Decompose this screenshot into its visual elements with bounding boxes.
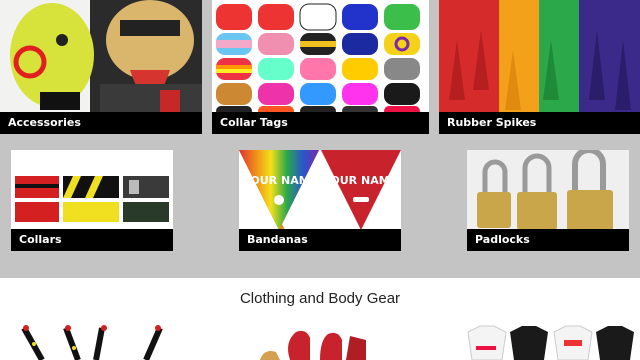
category-tile-padlocks[interactable]: Padlocks bbox=[467, 150, 629, 251]
category-tile-collars[interactable]: Collars bbox=[11, 150, 173, 251]
category-tile-collar-tags[interactable]: Collar Tags bbox=[212, 0, 429, 134]
category-tile-bandanas[interactable]: YOUR NAME YOUR NAME Bandanas bbox=[239, 150, 401, 251]
category-label-bandanas: Bandanas bbox=[239, 229, 401, 251]
category-tile-rubber-spikes[interactable]: Rubber Spikes bbox=[439, 0, 640, 134]
category-label-rubber-spikes: Rubber Spikes bbox=[439, 112, 640, 134]
section-heading-clothing: Clothing and Body Gear bbox=[239, 290, 401, 307]
category-label-accessories: Accessories bbox=[0, 112, 202, 134]
harness-image-peek[interactable] bbox=[18, 322, 168, 360]
bandana-left-text: YOUR NAME bbox=[242, 174, 318, 187]
bandana-right-text: YOUR NAME bbox=[322, 174, 398, 187]
category-label-collar-tags: Collar Tags bbox=[212, 112, 429, 134]
tshirts-image-peek[interactable] bbox=[466, 322, 640, 360]
category-tile-accessories[interactable]: Accessories bbox=[0, 0, 202, 134]
category-label-padlocks: Padlocks bbox=[467, 229, 629, 251]
boots-image-peek[interactable] bbox=[250, 322, 370, 360]
category-label-collars: Collars bbox=[11, 229, 173, 251]
